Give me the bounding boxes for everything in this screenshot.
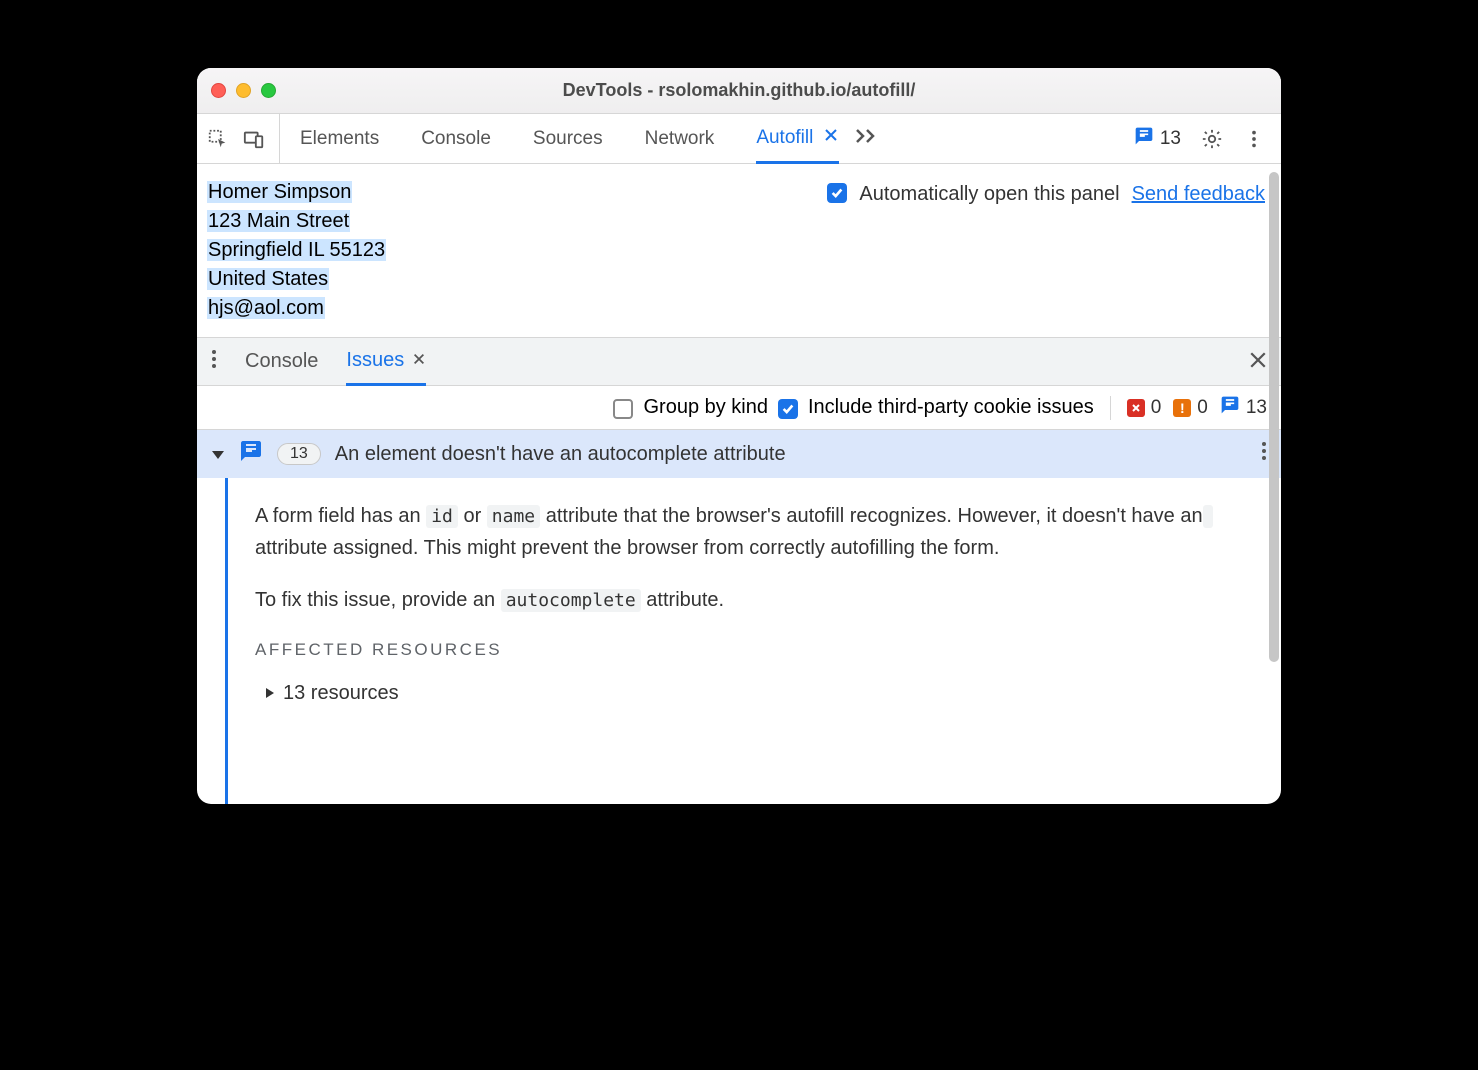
code-autocomplete-1: [1203, 505, 1213, 528]
issue-title: An element doesn't have an autocomplete …: [335, 443, 786, 466]
issue-message-icon: [239, 439, 263, 469]
third-party-checkbox[interactable]: [778, 399, 798, 419]
more-tabs-icon[interactable]: [855, 128, 879, 149]
message-icon: [1134, 126, 1154, 152]
close-drawer-tab-icon[interactable]: [412, 349, 426, 372]
more-options-icon[interactable]: [1243, 128, 1265, 150]
close-window-button[interactable]: [211, 83, 226, 98]
code-autocomplete-2: autocomplete: [501, 589, 641, 612]
drawer-tab-issues[interactable]: Issues: [346, 339, 426, 386]
issues-toolbar: Group by kind Include third-party cookie…: [197, 386, 1281, 430]
code-id: id: [426, 505, 458, 528]
group-by-kind-checkbox[interactable]: [613, 399, 633, 419]
tab-sources[interactable]: Sources: [533, 114, 603, 163]
close-drawer-icon[interactable]: [1249, 349, 1267, 375]
drawer-more-icon[interactable]: [211, 349, 217, 374]
auto-open-checkbox[interactable]: [827, 183, 847, 203]
issue-counts: 0 ! 0 13: [1127, 395, 1267, 421]
issue-row[interactable]: 13 An element doesn't have an autocomple…: [197, 430, 1281, 478]
settings-gear-icon[interactable]: [1201, 128, 1223, 150]
address-email: hjs@aol.com: [207, 297, 325, 319]
content-area: Homer Simpson 123 Main Street Springfiel…: [197, 164, 1281, 804]
third-party-label: Include third-party cookie issues: [808, 396, 1094, 419]
issue-more-icon[interactable]: [1261, 441, 1267, 467]
autofill-address: Homer Simpson 123 Main Street Springfiel…: [207, 178, 386, 323]
drawer-tab-issues-label: Issues: [346, 349, 404, 372]
issue-count-pill: 13: [277, 443, 321, 465]
address-country: United States: [207, 268, 329, 290]
issues-badge[interactable]: 13: [1134, 126, 1181, 152]
affected-resources-header: Affected Resources: [255, 636, 1251, 663]
autofill-panel: Homer Simpson 123 Main Street Springfiel…: [197, 164, 1281, 338]
scrollbar-thumb[interactable]: [1269, 172, 1279, 662]
info-icon: [1220, 395, 1240, 421]
issue-gutter: [197, 478, 255, 804]
maximize-window-button[interactable]: [261, 83, 276, 98]
address-city-state-zip: Springfield IL 55123: [207, 239, 386, 261]
resources-count-label: 13 resources: [283, 677, 399, 709]
scrollbar[interactable]: [1269, 172, 1279, 672]
main-toolbar: Elements Console Sources Network Autofil…: [197, 114, 1281, 164]
tab-autofill-label: Autofill: [756, 127, 813, 149]
inspect-element-icon[interactable]: [207, 128, 229, 150]
issue-body: A form field has an id or name attribute…: [197, 478, 1281, 804]
main-tabs: Elements Console Sources Network Autofil…: [300, 114, 839, 163]
minimize-window-button[interactable]: [236, 83, 251, 98]
close-tab-icon[interactable]: [823, 127, 839, 148]
devtools-window: DevTools - rsolomakhin.github.io/autofil…: [197, 68, 1281, 804]
group-by-kind-label: Group by kind: [643, 396, 768, 419]
code-name: name: [487, 505, 540, 528]
error-count: 0: [1151, 397, 1162, 419]
auto-open-label: Automatically open this panel: [859, 180, 1119, 209]
issues-count: 13: [1160, 128, 1181, 150]
tab-network[interactable]: Network: [645, 114, 715, 163]
window-title: DevTools - rsolomakhin.github.io/autofil…: [197, 80, 1281, 101]
autofill-controls: Automatically open this panel Send feedb…: [827, 178, 1265, 323]
drawer-tabs: Console Issues: [197, 338, 1281, 386]
tab-console[interactable]: Console: [421, 114, 491, 163]
error-icon: [1127, 399, 1145, 417]
drawer-tab-console[interactable]: Console: [245, 338, 318, 385]
titlebar: DevTools - rsolomakhin.github.io/autofil…: [197, 68, 1281, 114]
address-street: 123 Main Street: [207, 210, 350, 232]
send-feedback-link[interactable]: Send feedback: [1132, 180, 1265, 209]
issue-description: A form field has an id or name attribute…: [255, 478, 1281, 804]
warning-icon: !: [1173, 399, 1191, 417]
collapse-triangle-icon[interactable]: [211, 443, 225, 466]
traffic-lights: [211, 83, 276, 98]
warning-count: 0: [1197, 397, 1208, 419]
info-count: 13: [1246, 397, 1267, 419]
tab-elements[interactable]: Elements: [300, 114, 379, 163]
address-name: Homer Simpson: [207, 181, 352, 203]
resources-toggle[interactable]: 13 resources: [255, 677, 1251, 709]
tab-autofill[interactable]: Autofill: [756, 115, 839, 164]
device-toggle-icon[interactable]: [243, 128, 265, 150]
